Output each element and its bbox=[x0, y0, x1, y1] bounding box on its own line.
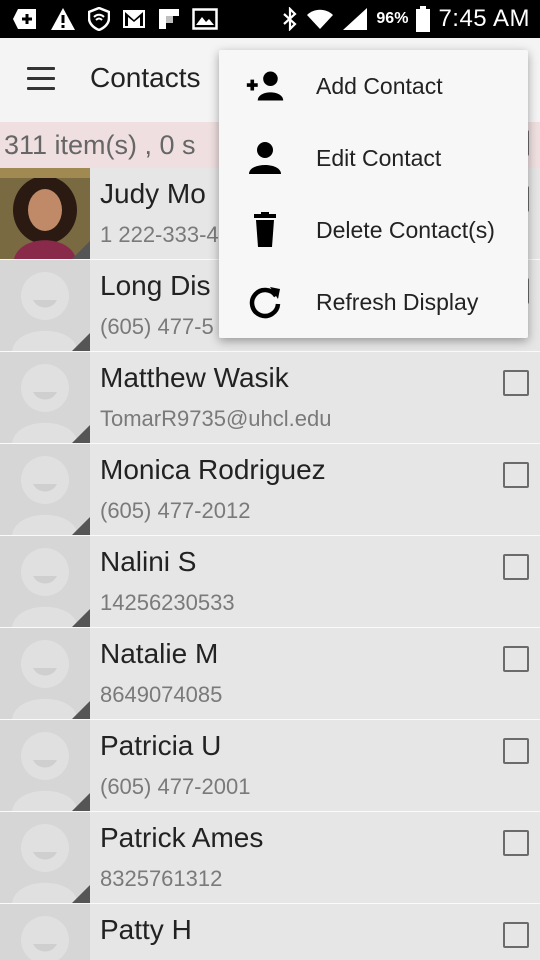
contact-detail: TomarR9735@uhcl.edu bbox=[100, 406, 332, 431]
flipboard-icon bbox=[159, 9, 179, 29]
overflow-menu: Add Contact Edit Contact Delete Contact(… bbox=[219, 50, 528, 338]
avatar-corner bbox=[72, 517, 90, 535]
menu-item-delete-contacts[interactable]: Delete Contact(s) bbox=[219, 194, 528, 266]
avatar bbox=[0, 444, 90, 535]
contact-row[interactable]: Patty H bbox=[0, 904, 540, 960]
contact-detail: 1 222-333-4 bbox=[100, 222, 219, 247]
contact-row[interactable]: Patrick Ames 8325761312 bbox=[0, 812, 540, 904]
avatar bbox=[0, 260, 90, 351]
contact-row[interactable]: Nalini S 14256230533 bbox=[0, 536, 540, 628]
contact-checkbox[interactable] bbox=[503, 738, 529, 764]
menu-item-refresh-display[interactable]: Refresh Display bbox=[219, 266, 528, 338]
bluetooth-icon bbox=[283, 7, 297, 31]
default-avatar-icon bbox=[21, 916, 69, 960]
menu-item-add-contact[interactable]: Add Contact bbox=[219, 50, 528, 122]
menu-label: Add Contact bbox=[316, 73, 443, 99]
contact-row[interactable]: Monica Rodriguez (605) 477-2012 bbox=[0, 444, 540, 536]
menu-label: Delete Contact(s) bbox=[316, 217, 495, 243]
contact-name: Patrick Ames bbox=[100, 822, 264, 853]
contact-name: Monica Rodriguez bbox=[100, 454, 326, 485]
add-notification-icon bbox=[13, 9, 36, 29]
contact-name: Natalie M bbox=[100, 638, 219, 669]
contact-detail: (605) 477-5 bbox=[100, 314, 214, 339]
gmail-icon bbox=[123, 10, 145, 28]
battery-percent: 96% bbox=[376, 10, 409, 27]
status-bar: 96% 7:45 AM bbox=[0, 0, 540, 38]
avatar bbox=[0, 812, 90, 903]
contact-detail: (605) 477-2001 bbox=[100, 774, 251, 799]
person-icon bbox=[249, 142, 281, 174]
menu-label: Edit Contact bbox=[316, 145, 442, 171]
menu-item-edit-contact[interactable]: Edit Contact bbox=[219, 122, 528, 194]
contact-name: Judy Mo bbox=[100, 178, 206, 209]
add-person-icon bbox=[246, 71, 284, 101]
contact-name: Patty H bbox=[100, 914, 192, 945]
contact-checkbox[interactable] bbox=[503, 830, 529, 856]
trash-icon bbox=[254, 212, 276, 247]
image-icon bbox=[192, 8, 218, 30]
contact-detail: 8325761312 bbox=[100, 866, 223, 891]
item-count-text: 311 item(s) , 0 s bbox=[4, 130, 196, 160]
contact-name: Patricia U bbox=[100, 730, 222, 761]
avatar-corner bbox=[72, 425, 90, 443]
contact-row[interactable]: Matthew Wasik TomarR9735@uhcl.edu bbox=[0, 352, 540, 444]
contact-name: Long Dis bbox=[100, 270, 211, 301]
menu-label: Refresh Display bbox=[316, 289, 479, 315]
system-icons: 96% 7:45 AM bbox=[282, 4, 530, 34]
contact-detail: 8649074085 bbox=[100, 682, 223, 707]
avatar bbox=[0, 904, 90, 960]
avatar-corner bbox=[72, 701, 90, 719]
contact-name: Nalini S bbox=[100, 546, 197, 577]
avatar-corner bbox=[72, 333, 90, 351]
contact-checkbox[interactable] bbox=[503, 370, 529, 396]
avatar-corner bbox=[72, 885, 90, 903]
refresh-icon bbox=[249, 287, 281, 319]
signal-icon bbox=[343, 8, 368, 30]
avatar bbox=[0, 628, 90, 719]
avatar bbox=[0, 720, 90, 811]
menu-drawer-button[interactable] bbox=[27, 67, 57, 91]
clock: 7:45 AM bbox=[438, 5, 530, 32]
contact-row[interactable]: Natalie M 8649074085 bbox=[0, 628, 540, 720]
contact-row[interactable]: Patricia U (605) 477-2001 bbox=[0, 720, 540, 812]
contact-name: Matthew Wasik bbox=[100, 362, 289, 393]
avatar-corner bbox=[72, 609, 90, 627]
notification-icons bbox=[12, 6, 218, 32]
contact-checkbox[interactable] bbox=[503, 554, 529, 580]
page-title: Contacts bbox=[90, 62, 201, 93]
avatar bbox=[0, 536, 90, 627]
contact-checkbox[interactable] bbox=[503, 646, 529, 672]
battery-icon bbox=[416, 6, 431, 32]
contact-detail: 14256230533 bbox=[100, 590, 235, 615]
avatar-corner bbox=[72, 241, 90, 259]
warning-icon bbox=[51, 8, 75, 30]
contact-checkbox[interactable] bbox=[503, 922, 529, 948]
contact-detail: (605) 477-2012 bbox=[100, 498, 251, 523]
contact-checkbox[interactable] bbox=[503, 462, 529, 488]
avatar-corner bbox=[72, 793, 90, 811]
avatar bbox=[0, 168, 90, 259]
wifi-icon bbox=[307, 9, 334, 29]
shield-icon bbox=[88, 7, 110, 31]
avatar bbox=[0, 352, 90, 443]
